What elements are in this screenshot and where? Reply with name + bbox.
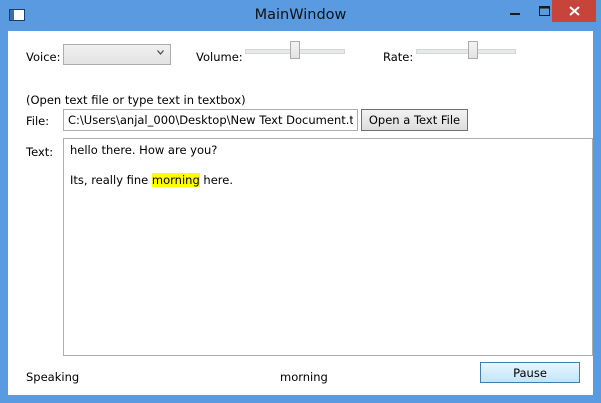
text-line-2-before: Its, really fine [70, 173, 152, 187]
text-editor[interactable]: hello there. How are you? Its, really fi… [63, 138, 593, 356]
rate-slider-track [416, 49, 516, 54]
chevron-down-icon [157, 50, 164, 55]
file-label: File: [26, 114, 50, 128]
main-window: MainWindow Voice: Volume: Rate: (Open te… [0, 0, 601, 403]
current-word: morning [280, 370, 328, 384]
file-path-input[interactable] [63, 109, 358, 131]
voice-label: Voice: [26, 50, 61, 64]
pause-button[interactable]: Pause [480, 362, 580, 383]
rate-slider-thumb[interactable] [468, 41, 478, 59]
close-button[interactable] [552, 0, 596, 22]
volume-slider[interactable] [245, 41, 345, 61]
maximize-icon [538, 6, 550, 16]
minimize-icon [510, 13, 520, 15]
close-icon [568, 6, 580, 16]
open-text-file-button[interactable]: Open a Text File [361, 109, 468, 131]
volume-slider-thumb[interactable] [290, 41, 300, 59]
text-label: Text: [26, 145, 54, 159]
title-bar[interactable]: MainWindow [0, 0, 601, 31]
text-line-2: Its, really fine morning here. [70, 173, 586, 188]
client-area: Voice: Volume: Rate: (Open text file or … [8, 31, 593, 395]
text-line-1: hello there. How are you? [70, 143, 218, 157]
minimize-button[interactable] [500, 0, 530, 22]
speech-status: Speaking [26, 370, 80, 384]
voice-combobox[interactable] [63, 44, 171, 65]
file-hint: (Open text file or type text in textbox) [26, 93, 246, 107]
highlighted-word: morning [151, 173, 200, 187]
rate-label: Rate: [383, 50, 414, 64]
text-line-2-after: here. [199, 173, 233, 187]
rate-slider[interactable] [416, 41, 516, 61]
volume-label: Volume: [196, 50, 243, 64]
